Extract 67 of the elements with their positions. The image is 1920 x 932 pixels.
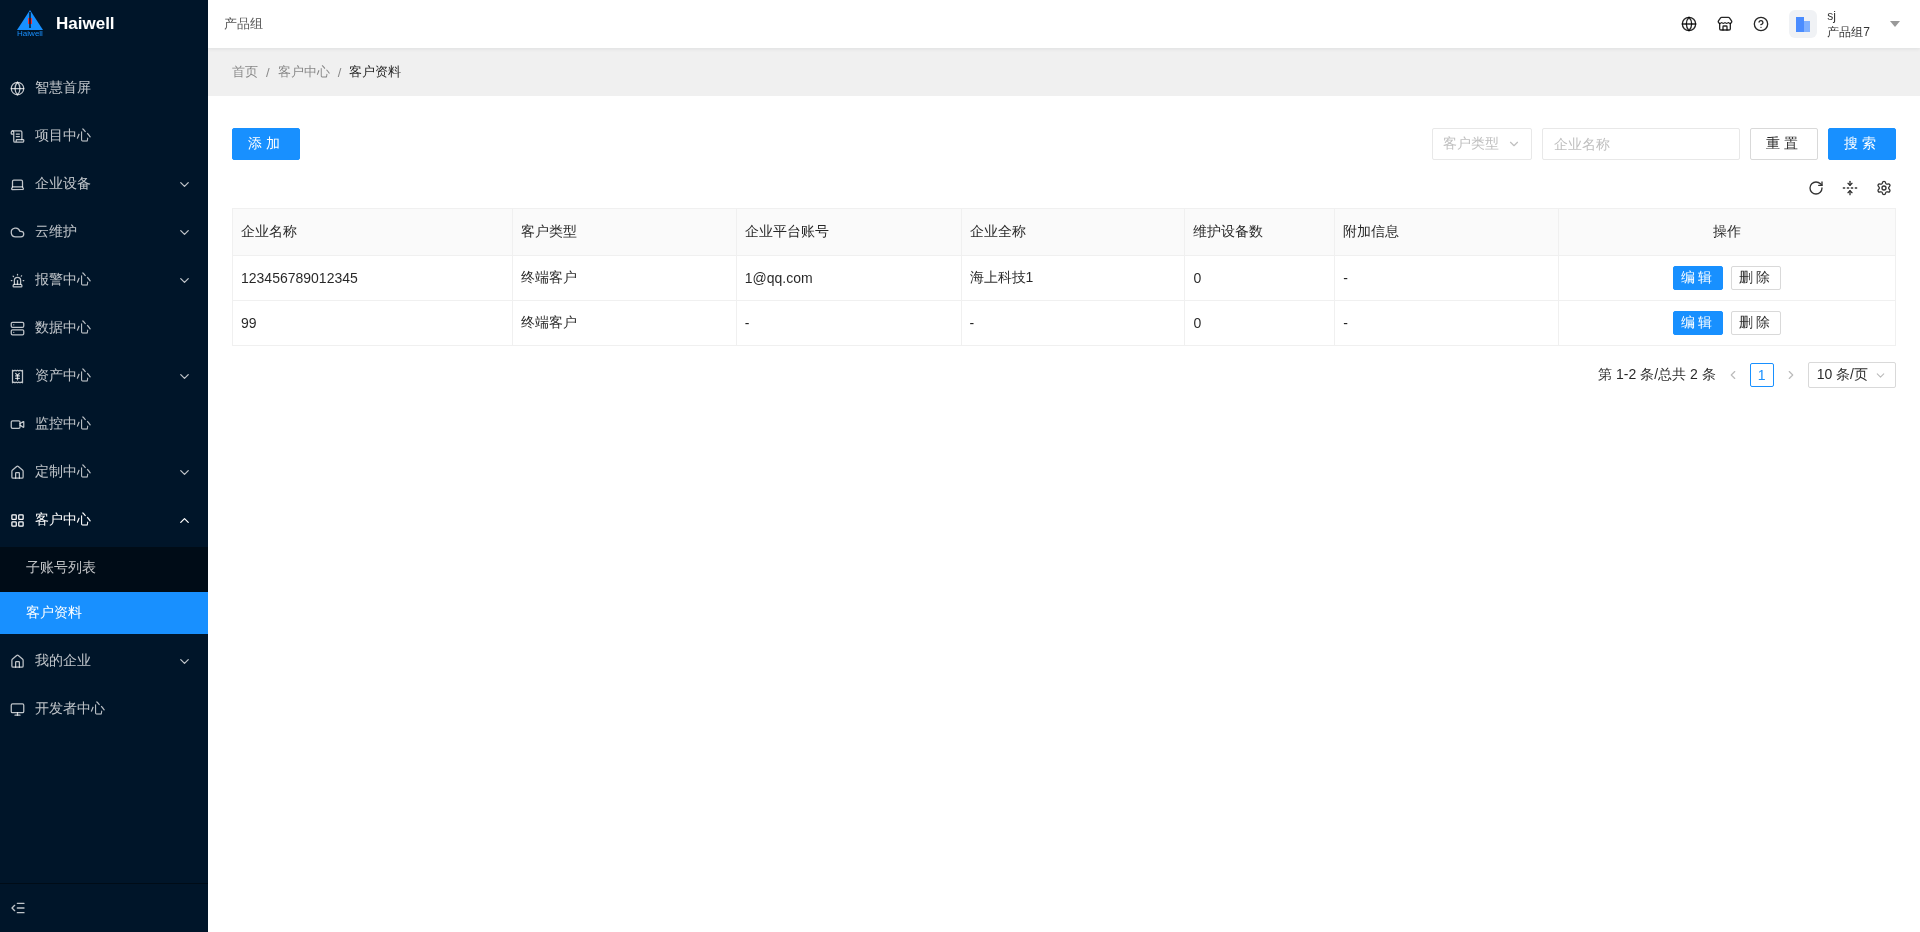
menu-item[interactable]: 项目中心 (0, 112, 208, 160)
menu-item[interactable]: 客户中心 (0, 496, 208, 544)
company-name-field[interactable]: 企业名称 (1542, 128, 1740, 160)
user-org: 产品组7 (1827, 24, 1870, 40)
yen-receipt-icon (10, 368, 25, 384)
column-header: 企业全称 (961, 208, 1185, 256)
settings-icon[interactable] (1876, 180, 1892, 196)
menu-item[interactable]: 定制中心 (0, 448, 208, 496)
column-header: 企业名称 (232, 208, 513, 256)
triangle-logo-icon (17, 10, 43, 30)
menu-item[interactable]: 企业设备 (0, 160, 208, 208)
menu-item[interactable]: 智慧首屏 (0, 64, 208, 112)
breadcrumb-item: 客户资料 (349, 63, 402, 81)
table-cell: - (1334, 300, 1559, 346)
table-cell: 终端客户 (512, 300, 737, 346)
menu-item[interactable]: 云维护 (0, 208, 208, 256)
breadcrumb-separator: / (266, 64, 270, 80)
collapse-menu-icon[interactable] (10, 900, 26, 916)
delete-button[interactable]: 删除 (1731, 266, 1782, 290)
table-cell: 99 (232, 300, 513, 346)
table-cell: - (1334, 255, 1559, 301)
table-cell: 终端客户 (512, 255, 737, 301)
submenu-item[interactable]: 子账号列表 (0, 547, 208, 589)
group-name: 产品组 (224, 15, 264, 33)
brand-name: Haiwell (56, 14, 115, 34)
alarm-light-icon (10, 272, 25, 288)
grid-icon (10, 512, 25, 528)
column-header: 维护设备数 (1184, 208, 1335, 256)
help-icon[interactable] (1753, 16, 1770, 32)
table-cell: 0 (1184, 255, 1335, 301)
column-header: 客户类型 (512, 208, 737, 256)
column-header: 附加信息 (1334, 208, 1559, 256)
logo: Haiwell (14, 10, 46, 38)
pagination-summary: 第 1-2 条/总共 2 条 (1598, 366, 1716, 384)
menu-item[interactable]: 监控中心 (0, 400, 208, 448)
menu-item[interactable]: 资产中心 (0, 352, 208, 400)
table-cell: 123456789012345 (232, 255, 513, 301)
refresh-icon[interactable] (1808, 180, 1824, 196)
table-cell: - (961, 300, 1185, 346)
cloud-icon (10, 224, 25, 240)
document-icon (10, 128, 25, 144)
delete-button[interactable]: 删除 (1731, 311, 1782, 335)
dropdown-caret-icon[interactable] (1890, 21, 1900, 27)
menu-item[interactable]: 我的企业 (0, 637, 208, 685)
reset-button[interactable]: 重置 (1750, 128, 1818, 160)
menu-item[interactable]: 报警中心 (0, 256, 208, 304)
column-header: 操作 (1558, 208, 1896, 256)
server-icon (10, 320, 25, 336)
globe-icon (10, 80, 25, 96)
table-cell: 海上科技1 (961, 255, 1185, 301)
page-size-select[interactable]: 10 条/页 (1807, 362, 1896, 388)
store-icon[interactable] (1717, 16, 1734, 32)
table-cell: 0 (1184, 300, 1335, 346)
table-cell: 1@qq.com (736, 255, 962, 301)
house-icon (10, 653, 25, 669)
laptop-icon (10, 176, 25, 192)
table-cell: - (736, 300, 962, 346)
menu-item[interactable]: 开发者中心 (0, 685, 208, 733)
globe-icon[interactable] (1681, 16, 1698, 32)
avatar[interactable] (1789, 10, 1818, 38)
house-icon (10, 464, 25, 480)
breadcrumb-separator: / (337, 64, 342, 80)
column-header: 企业平台账号 (736, 208, 962, 256)
building-icon (1794, 15, 1813, 33)
menu-item[interactable]: 数据中心 (0, 304, 208, 352)
user-name: sj (1827, 8, 1837, 24)
monitor-icon (10, 701, 25, 717)
